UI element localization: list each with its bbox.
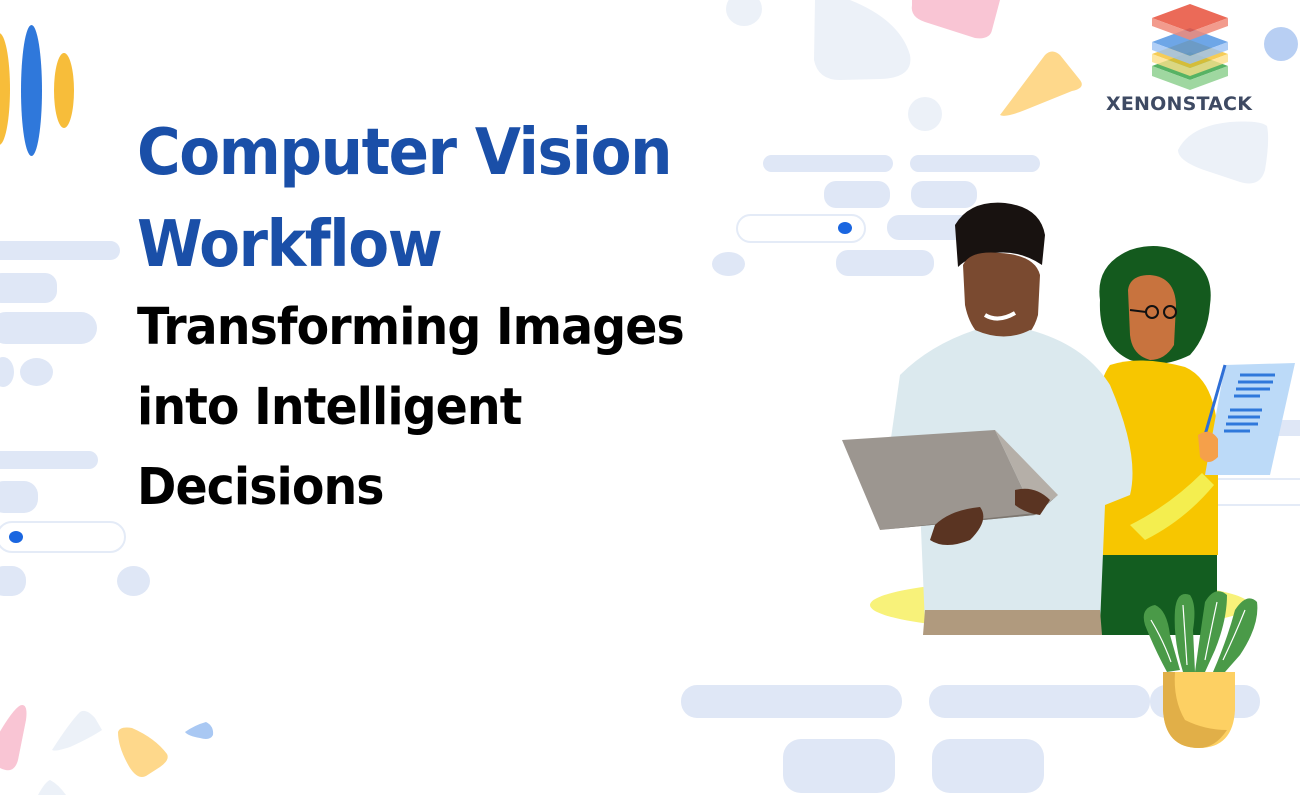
pale-triangle <box>52 710 102 751</box>
bg-blue-dot <box>9 531 23 543</box>
pink-blob <box>0 705 27 771</box>
bg-pill <box>783 739 895 793</box>
tablet-icon <box>1203 363 1295 475</box>
subtitle-line-1: Transforming Images <box>137 298 685 357</box>
potted-plant-illustration <box>1143 591 1258 748</box>
wave-bar-blue <box>21 25 42 156</box>
bg-pill <box>0 481 38 513</box>
bg-pill <box>932 739 1044 793</box>
plant-leaves <box>1143 591 1258 672</box>
bg-pill <box>0 273 57 303</box>
bg-dot <box>20 358 53 386</box>
bg-dot <box>117 566 150 596</box>
pale-triangle-small <box>38 780 66 795</box>
logo-layer-red <box>1152 4 1228 40</box>
blue-triangle <box>185 722 214 739</box>
bg-pill <box>0 566 26 596</box>
woman-hand <box>1198 431 1218 462</box>
people-illustration <box>842 202 1295 635</box>
yellow-triangle <box>118 727 168 777</box>
pale-blob-right <box>1178 121 1269 184</box>
pale-blob <box>814 0 911 80</box>
wave-bar-yellow-left <box>0 33 10 145</box>
bg-triangle-shapes <box>0 705 214 795</box>
bg-pill <box>910 155 1040 172</box>
man-pants <box>923 610 1102 635</box>
man-figure <box>842 202 1133 635</box>
subtitle-line-2: into Intelligent <box>137 378 522 437</box>
bg-pill <box>0 241 120 260</box>
pink-triangle <box>911 0 1000 39</box>
bg-pill <box>0 312 97 344</box>
bg-pill <box>0 451 98 469</box>
logo-text: XENONSTACK <box>1106 93 1253 115</box>
bg-pill <box>929 685 1150 718</box>
title-line-1: Computer Vision <box>137 116 672 190</box>
subtitle-line-3: Decisions <box>137 458 385 517</box>
pale-dot <box>908 97 942 131</box>
headline-block: Computer Vision Workflow Transforming Im… <box>137 104 725 528</box>
bg-pill <box>681 685 902 718</box>
yellow-triangle <box>1000 51 1082 116</box>
bg-pill <box>763 155 893 172</box>
bg-dot <box>0 357 14 387</box>
title-line-2: Workflow <box>137 208 443 282</box>
wave-bar-yellow-right <box>54 53 74 128</box>
